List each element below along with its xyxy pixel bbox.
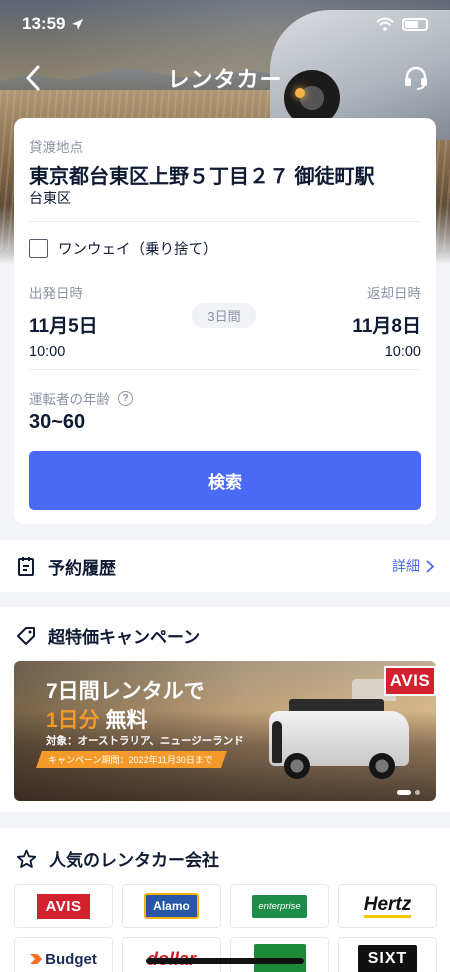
home-indicator: [146, 958, 304, 964]
return-time: 10:00: [384, 344, 421, 360]
page-title: レンタカー: [167, 67, 283, 92]
carousel-dot-active: [397, 790, 411, 795]
company-avis[interactable]: AVIS: [14, 884, 113, 928]
one-way-checkbox[interactable]: [29, 239, 48, 258]
departure-label: 出発日時: [29, 286, 83, 301]
alamo-logo: Alamo: [144, 893, 199, 919]
divider: [29, 369, 421, 370]
help-icon[interactable]: ?: [118, 390, 133, 406]
wifi-icon: [376, 17, 394, 31]
sixt-logo: SIXT: [357, 945, 418, 972]
return-date: 11月8日: [352, 316, 421, 337]
chevron-right-icon: [426, 559, 434, 573]
company-sixt[interactable]: SIXT: [338, 937, 437, 972]
enterprise-logo: enterprise: [252, 894, 307, 918]
departure-date: 11月5日: [29, 316, 98, 337]
campaign-title: 超特価キャンペーン: [48, 628, 201, 647]
rental-duration-badge: 3日間: [192, 303, 256, 328]
banner-wheel: [284, 753, 310, 779]
status-indicators: [376, 17, 428, 31]
departure-time: 10:00: [29, 344, 66, 360]
banner-offer-rest: 無料: [105, 709, 148, 732]
campaign-section: 超特価キャンペーン 7日間レンタルで 1日分 無料 対象：オーストラリア、ニュー…: [0, 607, 450, 812]
history-detail-label: 詳細: [392, 558, 420, 574]
star-icon: [16, 849, 37, 868]
back-button[interactable]: [18, 62, 48, 94]
companies-header: 人気のレンタカー会社: [16, 846, 219, 871]
company-dollar[interactable]: dollar: [122, 937, 221, 972]
banner-target: 対象：オーストラリア、ニュージーランド: [46, 735, 244, 747]
driver-age-header: 運転者の年齢 ?: [29, 388, 133, 408]
back-arrow-icon: [26, 65, 40, 91]
company-alamo[interactable]: Alamo: [122, 884, 221, 928]
banner-offer: 1日分 無料: [46, 704, 148, 734]
divider: [29, 221, 421, 222]
pickup-label: 貸渡地点: [29, 140, 83, 155]
status-time: 13:59: [22, 14, 66, 33]
booking-history-row[interactable]: 予約履歴 詳細: [0, 540, 450, 592]
search-card: 貸渡地点 東京都台東区上野５丁目２７ 御徒町駅 台東区 ワンウェイ（乗り捨て） …: [14, 118, 436, 524]
company-enterprise[interactable]: enterprise: [230, 884, 329, 928]
banner-person: [272, 721, 282, 763]
departure-datetime[interactable]: 出発日時 11月5日 10:00: [29, 282, 98, 360]
banner-period: キャンペーン期間：2022年11月30日まで: [36, 751, 227, 768]
campaign-header: 超特価キャンペーン: [16, 623, 200, 648]
search-button[interactable]: 検索: [29, 451, 421, 510]
customer-support-button[interactable]: [400, 62, 432, 94]
tag-icon: [17, 626, 35, 645]
budget-logo-text: Budget: [45, 950, 97, 968]
budget-logo: Budget: [30, 951, 97, 968]
location-arrow-icon: [72, 18, 84, 30]
one-way-option[interactable]: ワンウェイ（乗り捨て）: [29, 238, 218, 259]
popular-companies-section: 人気のレンタカー会社 AVIS Alamo enterprise Hertz B…: [0, 828, 450, 972]
history-detail-link[interactable]: 詳細: [392, 556, 434, 576]
headset-icon: [405, 66, 427, 90]
banner-avis-logo: AVIS: [384, 666, 436, 696]
status-time-group: 13:59: [22, 14, 84, 34]
return-datetime[interactable]: 返却日時 11月8日 10:00: [352, 282, 421, 360]
company-hertz[interactable]: Hertz: [338, 884, 437, 928]
battery-icon: [402, 17, 428, 31]
company-budget[interactable]: Budget: [14, 937, 113, 972]
banner-headline: 7日間レンタルで: [46, 680, 205, 703]
budget-chevron-icon: [30, 954, 43, 964]
companies-title: 人気のレンタカー会社: [49, 851, 219, 870]
carousel-indicator: [397, 790, 420, 795]
return-label: 返却日時: [367, 286, 421, 301]
driver-age-label: 運転者の年齢: [29, 392, 110, 407]
pickup-location[interactable]: 東京都台東区上野５丁目２７ 御徒町駅: [29, 160, 375, 189]
status-bar: 13:59: [0, 0, 450, 48]
booking-history-title: 予約履歴: [48, 558, 116, 578]
campaign-banner[interactable]: 7日間レンタルで 1日分 無料 対象：オーストラリア、ニュージーランド キャンペ…: [14, 661, 436, 801]
driver-age-value[interactable]: 30~60: [29, 411, 85, 434]
banner-wheel: [369, 753, 395, 779]
nav-bar: レンタカー: [0, 56, 450, 100]
company-europcar[interactable]: [230, 937, 329, 972]
carousel-dot: [415, 790, 420, 795]
hertz-logo: Hertz: [363, 895, 412, 918]
one-way-label: ワンウェイ（乗り捨て）: [58, 242, 218, 258]
avis-logo: AVIS: [36, 893, 91, 919]
pickup-area: 台東区: [29, 190, 71, 206]
banner-offer-highlight: 1日分: [46, 709, 100, 732]
clipboard-icon: [18, 557, 34, 576]
